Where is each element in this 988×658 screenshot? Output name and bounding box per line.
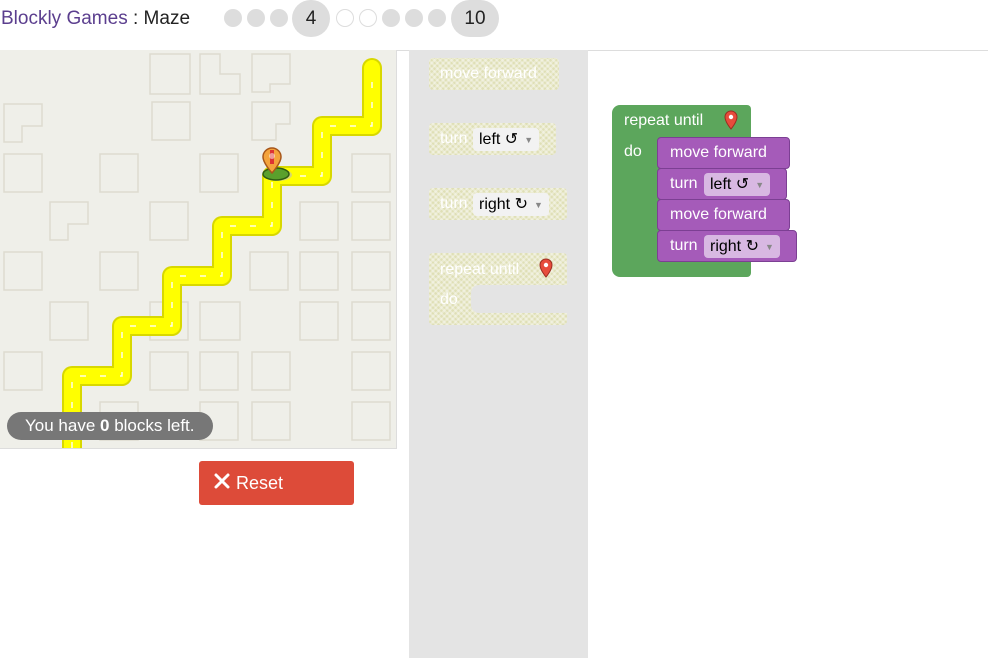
goal-marker-icon (724, 110, 738, 135)
toolbox: move forward turn left ↺ ▼ turn right ↻ ▼ … (409, 50, 588, 658)
level-dot-8[interactable] (405, 9, 423, 27)
level-dot-7[interactable] (382, 9, 400, 27)
toolbox-turn-left-block[interactable]: turn left ↺ ▼ (429, 123, 556, 155)
direction-dropdown[interactable]: left ↺ ▼ (704, 173, 771, 196)
do-label: do (440, 291, 458, 308)
block-label: move forward (440, 65, 537, 82)
block-label: repeat until (440, 261, 520, 278)
level-dot-1[interactable] (224, 9, 242, 27)
block-label: move forward (670, 206, 767, 223)
move-forward-block[interactable]: move forward (657, 199, 790, 231)
toolbox-move-forward-block[interactable]: move forward (429, 58, 559, 90)
direction-dropdown[interactable]: right ↻ ▼ (473, 193, 549, 216)
maze-map (3, 53, 391, 448)
level-dot-3[interactable] (270, 9, 288, 27)
direction-dropdown[interactable]: left ↺ ▼ (473, 128, 540, 151)
level-dot-2[interactable] (247, 9, 265, 27)
dropdown-value: right ↻ (479, 196, 528, 213)
dropdown-arrow-icon: ▼ (533, 199, 543, 210)
dropdown-value: left ↺ (710, 176, 750, 193)
game-name: Maze (143, 8, 191, 29)
maze-board: You have 0 blocks left. (0, 50, 397, 449)
header: Blockly Games : Maze 4 10 (0, 0, 988, 51)
level-dot-5[interactable] (336, 9, 354, 27)
page-title: Blockly Games : Maze (1, 8, 190, 30)
capacity-suffix: blocks left. (109, 416, 195, 435)
reset-button[interactable]: Reset (199, 461, 354, 505)
dropdown-value: left ↺ (479, 131, 519, 148)
block-label: turn (670, 237, 698, 254)
block-label: turn (670, 175, 698, 192)
do-label: do (624, 143, 642, 160)
capacity-badge: You have 0 blocks left. (7, 412, 213, 440)
workspace: repeat until do move forward turn left ↺… (588, 50, 988, 658)
capacity-prefix: You have (25, 416, 100, 435)
last-level-pill[interactable]: 10 (451, 0, 499, 37)
app-name-link[interactable]: Blockly Games (1, 8, 128, 29)
current-level-pill[interactable]: 4 (292, 0, 330, 37)
title-separator: : (127, 8, 144, 29)
turn-left-block[interactable]: turn left ↺ ▼ (657, 168, 787, 200)
turn-right-block[interactable]: turn right ↻ ▼ (657, 230, 797, 262)
toolbox-repeat-until-block[interactable]: repeat until do (429, 253, 567, 325)
move-forward-block[interactable]: move forward (657, 137, 790, 169)
block-label: turn (440, 195, 468, 212)
block-label: move forward (670, 144, 767, 161)
goal-marker-icon (539, 258, 553, 283)
dropdown-arrow-icon: ▼ (764, 241, 774, 252)
direction-dropdown[interactable]: right ↻ ▼ (704, 235, 780, 258)
level-dot-6[interactable] (359, 9, 377, 27)
dropdown-arrow-icon: ▼ (524, 134, 534, 145)
block-label: turn (440, 130, 468, 147)
repeat-until-label: repeat until (624, 112, 704, 129)
close-icon (213, 472, 231, 495)
do-slot (471, 285, 567, 313)
dropdown-value: right ↻ (710, 238, 759, 255)
toolbox-turn-right-block[interactable]: turn right ↻ ▼ (429, 188, 567, 220)
dropdown-arrow-icon: ▼ (755, 179, 765, 190)
level-dot-9[interactable] (428, 9, 446, 27)
reset-label: Reset (236, 473, 284, 493)
goal-marker-icon (262, 147, 292, 181)
